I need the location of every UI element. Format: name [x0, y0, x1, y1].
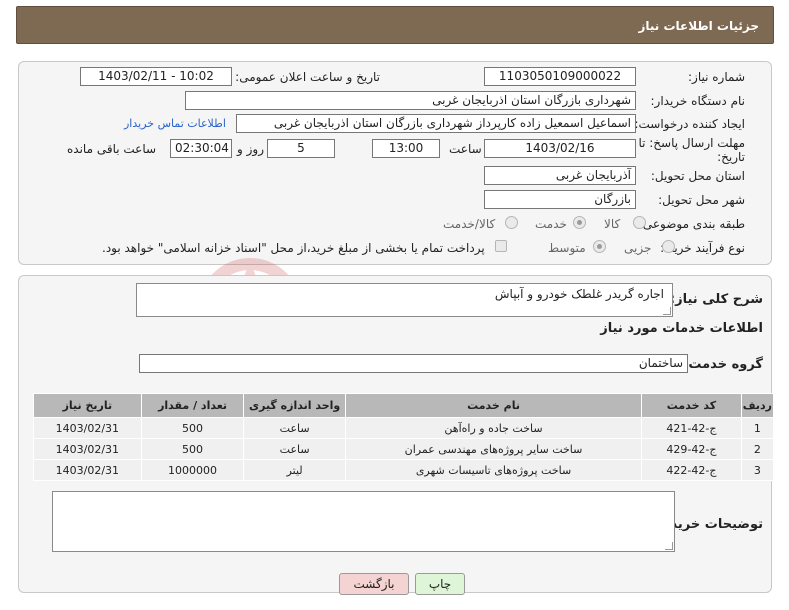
cell-service-name: ساخت پروژه‌های تاسیسات شهری: [344, 459, 643, 481]
cell-service-name: ساخت سایر پروژه‌های مهندسی عمران: [344, 438, 643, 460]
services-table: ردیف کد خدمت نام خدمت واحد اندازه گیری ت…: [33, 393, 775, 481]
process-option-medium: متوسط: [548, 241, 586, 255]
creator-field[interactable]: اسماعیل اسمعیل زاده کارپرداز شهرداری باز…: [236, 114, 636, 133]
cell-quantity: 1000000: [140, 459, 245, 481]
cell-unit: ساعت: [243, 417, 346, 439]
deadline-time-field[interactable]: 13:00: [372, 139, 440, 158]
resize-handle[interactable]: [663, 307, 671, 315]
page-title: جزئیات اطلاعات نیاز: [638, 19, 759, 33]
cell-quantity: 500: [140, 417, 245, 439]
process-option-minor: جزیی: [624, 241, 652, 255]
city-field[interactable]: بازرگان: [484, 190, 636, 209]
need-description-text: اجاره گریدر غلطک خودرو و آبپاش: [494, 287, 664, 301]
cell-service-name: ساخت جاده و راه‌آهن: [344, 417, 643, 439]
treasury-payment-note: پرداخت تمام یا بخشی از مبلغ خرید،از محل …: [102, 241, 485, 255]
province-label: استان محل تحویل:: [650, 169, 745, 183]
need-number-field[interactable]: 1103050109000022: [484, 67, 636, 86]
cell-row-number: 3: [740, 459, 775, 481]
announce-label: تاریخ و ساعت اعلان عمومی:: [235, 70, 380, 84]
col-quantity: تعداد / مقدار: [140, 393, 245, 418]
days-field[interactable]: 5: [267, 139, 335, 158]
print-button[interactable]: چاپ: [415, 573, 465, 595]
cell-row-number: 2: [740, 438, 775, 460]
cell-unit: ساعت: [243, 438, 346, 460]
table-row[interactable]: 3 ج-42-422 ساخت پروژه‌های تاسیسات شهری ل…: [33, 459, 775, 481]
col-need-date: تاریخ نیاز: [33, 393, 142, 418]
city-label: شهر محل تحویل:: [658, 193, 745, 207]
cell-unit: لیتر: [243, 459, 346, 481]
cell-service-code: ج-42-421: [641, 417, 742, 439]
service-group-label: گروه خدمت:: [683, 357, 763, 372]
col-service-code: کد خدمت: [641, 393, 742, 418]
cell-need-date: 1403/02/31: [33, 459, 142, 481]
buyer-contact-link[interactable]: اطلاعات تماس خریدار: [124, 117, 226, 130]
services-heading: اطلاعات خدمات مورد نیاز: [600, 321, 763, 336]
table-row[interactable]: 1 ج-42-421 ساخت جاده و راه‌آهن ساعت 500 …: [33, 417, 775, 439]
process-radio-medium[interactable]: [593, 240, 606, 253]
resize-handle[interactable]: [665, 542, 673, 550]
buyer-notes-field[interactable]: [52, 491, 675, 552]
table-header-row: ردیف کد خدمت نام خدمت واحد اندازه گیری ت…: [33, 393, 775, 418]
days-label: روز و: [237, 142, 264, 156]
cell-quantity: 500: [140, 438, 245, 460]
buyer-org-field[interactable]: شهرداری بازرگان استان اذربایجان غربی: [185, 91, 636, 110]
cell-row-number: 1: [740, 417, 775, 439]
announce-field[interactable]: 1403/02/11 - 10:02: [80, 67, 232, 86]
creator-label: ایجاد کننده درخواست:: [634, 117, 745, 131]
category-option-both: کالا/خدمت: [443, 217, 496, 231]
service-group-field[interactable]: ساختمان: [139, 354, 688, 373]
cell-need-date: 1403/02/31: [33, 438, 142, 460]
treasury-payment-checkbox[interactable]: [495, 240, 507, 252]
remaining-label: ساعت باقی مانده: [67, 142, 157, 156]
need-description-label: شرح کلی نیاز:: [669, 292, 763, 307]
buyer-org-label: نام دستگاه خریدار:: [650, 94, 746, 108]
deadline-date-field[interactable]: 1403/02/16: [484, 139, 636, 158]
deadline-time-label: ساعت: [449, 142, 482, 156]
category-radio-service[interactable]: [573, 216, 586, 229]
province-field[interactable]: آذربایجان غربی: [484, 166, 636, 185]
cell-service-code: ج-42-422: [641, 459, 742, 481]
col-row-number: ردیف: [740, 393, 775, 418]
category-radio-goods[interactable]: [633, 216, 646, 229]
category-radio-both[interactable]: [505, 216, 518, 229]
col-service-name: نام خدمت: [344, 393, 643, 418]
category-option-service: خدمت: [535, 217, 567, 231]
remaining-time-field[interactable]: 02:30:04: [170, 139, 232, 158]
table-row[interactable]: 2 ج-42-429 ساخت سایر پروژه‌های مهندسی عم…: [33, 438, 775, 460]
cell-need-date: 1403/02/31: [33, 417, 142, 439]
need-number-label: شماره نیاز:: [688, 70, 745, 84]
col-unit: واحد اندازه گیری: [243, 393, 346, 418]
page-header: جزئیات اطلاعات نیاز: [16, 6, 774, 44]
back-button[interactable]: بازگشت: [339, 573, 409, 595]
cell-service-code: ج-42-429: [641, 438, 742, 460]
need-description-field[interactable]: اجاره گریدر غلطک خودرو و آبپاش: [136, 283, 673, 317]
category-label: طبقه بندی موضوعی:: [638, 217, 745, 231]
category-option-goods: کالا: [604, 217, 621, 231]
process-radio-minor[interactable]: [662, 240, 675, 253]
